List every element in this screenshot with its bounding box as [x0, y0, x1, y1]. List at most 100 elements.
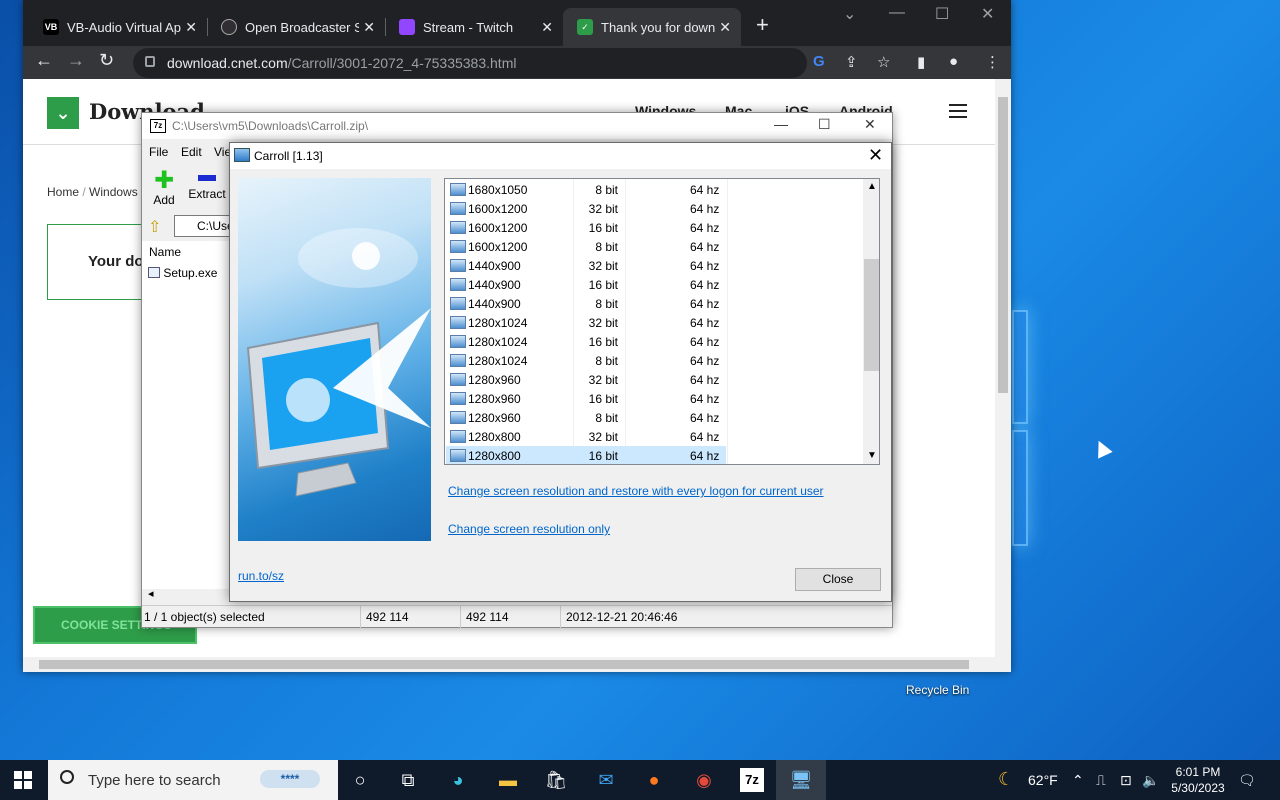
taskbar: Type here to search **** ○ ⧉ ◕ ▬ 🛍 ✉ ● ◉…	[0, 760, 1280, 800]
path-input[interactable]: C:\Users	[174, 215, 244, 237]
chrome-icon[interactable]: ◉	[692, 768, 716, 792]
file-explorer-icon[interactable]: ▬	[496, 768, 520, 792]
resolution-row[interactable]: 1440x900 32 bit 64 hz	[446, 256, 726, 275]
resolution-row[interactable]: 1280x1024 8 bit 64 hz	[446, 351, 726, 370]
close-window-icon[interactable]: ✕	[864, 116, 876, 133]
back-icon[interactable]: ←	[35, 50, 53, 71]
file-row[interactable]: Setup.exe	[148, 266, 217, 280]
task-view-icon[interactable]: ⧉	[396, 768, 420, 792]
side-panel-icon[interactable]: ▮	[917, 53, 925, 71]
carroll-icon[interactable]: 🖥	[776, 760, 826, 800]
minimize-icon[interactable]: —	[889, 4, 905, 22]
resolution-row[interactable]: 1600x1200 16 bit 64 hz	[446, 218, 726, 237]
resolution-row[interactable]: 1680x1050 8 bit 64 hz	[446, 180, 726, 199]
tab-cnet-download[interactable]: ✓ Thank you for downlo ✕	[563, 8, 741, 46]
menu-file[interactable]: File	[149, 145, 168, 159]
weather-moon-icon[interactable]: ☾	[998, 769, 1014, 790]
scroll-up-icon[interactable]: ▲	[867, 181, 877, 192]
dialog-title: Carroll [1.13]	[254, 149, 323, 163]
windows-start-icon[interactable]	[14, 771, 32, 789]
network-icon[interactable]: ⎍	[1096, 772, 1106, 789]
page-scroll-thumb[interactable]	[998, 97, 1008, 393]
resolution-row[interactable]: 1280x1024 32 bit 64 hz	[446, 313, 726, 332]
tab-close-icon[interactable]: ✕	[363, 19, 375, 36]
close-button[interactable]: Close	[795, 568, 881, 591]
menu-edit[interactable]: Edit	[181, 145, 202, 159]
dialog-close-icon[interactable]: ✕	[868, 145, 883, 166]
resolution-row[interactable]: 1440x900 8 bit 64 hz	[446, 294, 726, 313]
cortana-icon[interactable]: ○	[348, 768, 372, 792]
page-horizontal-scrollbar[interactable]	[23, 657, 1011, 672]
resolution-row[interactable]: 1280x800 16 bit 64 hz	[446, 446, 726, 464]
breadcrumb-home[interactable]: Home	[47, 185, 79, 199]
google-icon[interactable]: G	[813, 53, 825, 70]
tab-close-icon[interactable]: ✕	[541, 19, 553, 36]
minimize-icon[interactable]: —	[774, 116, 788, 132]
mouse-cursor-icon	[1091, 437, 1113, 459]
resolution-list[interactable]: ▲ ▼ 1680x1050 8 bit 64 hz 1600x1200 32 bit 64…	[444, 178, 880, 465]
resolution-row[interactable]: 1440x900 16 bit 64 hz	[446, 275, 726, 294]
volume-muted-icon[interactable]: 🔈	[1142, 772, 1159, 789]
forward-icon[interactable]: →	[67, 50, 85, 71]
monitor-icon	[450, 449, 466, 462]
resolution-row[interactable]: 1280x800 32 bit 64 hz	[446, 427, 726, 446]
tab-obs[interactable]: Open Broadcaster So ✕	[207, 8, 386, 46]
hamburger-menu-icon[interactable]	[949, 104, 967, 118]
page-hscroll-thumb[interactable]	[39, 660, 969, 669]
website-link[interactable]: run.to/sz	[238, 569, 284, 583]
firefox-icon[interactable]: ●	[642, 768, 666, 792]
file-list[interactable]: Name Setup.exe	[142, 241, 230, 589]
clock-time: 6:01 PM	[1175, 765, 1221, 779]
resolution-row[interactable]: 1280x960 8 bit 64 hz	[446, 408, 726, 427]
resolution-row[interactable]: 1600x1200 8 bit 64 hz	[446, 237, 726, 256]
tray-chevron-icon[interactable]: ⌃	[1072, 772, 1084, 789]
tab-close-icon[interactable]: ✕	[185, 19, 197, 36]
tab-vb-audio[interactable]: VB VB-Audio Virtual App ✕	[29, 8, 208, 46]
close-window-icon[interactable]: ✕	[981, 4, 994, 24]
column-name-header[interactable]: Name	[149, 245, 181, 259]
monitor-tray-icon[interactable]: ⊡	[1120, 772, 1132, 789]
maximize-icon[interactable]: ☐	[935, 4, 949, 24]
star-icon[interactable]: ☆	[877, 53, 890, 71]
new-tab-icon[interactable]: +	[756, 14, 769, 36]
taskbar-search[interactable]: Type here to search ****	[48, 760, 338, 800]
maximize-icon[interactable]: ☐	[818, 116, 831, 133]
resolution-row[interactable]: 1280x1024 16 bit 64 hz	[446, 332, 726, 351]
tab-search-icon[interactable]: ⌄	[843, 4, 856, 24]
share-icon[interactable]: ⇪	[845, 53, 858, 71]
download-logo-icon[interactable]: ⌄	[47, 97, 79, 129]
folder-up-icon[interactable]: ⇧	[148, 217, 161, 237]
resolution-row[interactable]: 1280x960 32 bit 64 hz	[446, 370, 726, 389]
refresh-rate-value: 64 hz	[690, 392, 720, 406]
menu-icon[interactable]: ⋮	[985, 53, 1000, 71]
page-vertical-scrollbar[interactable]	[995, 79, 1011, 657]
breadcrumb-windows[interactable]: Windows	[89, 185, 138, 199]
weather-temp[interactable]: 62°F	[1028, 772, 1058, 788]
resolution-row[interactable]: 1280x960 16 bit 64 hz	[446, 389, 726, 408]
taskbar-clock[interactable]: 6:01 PM 5/30/2023	[1168, 764, 1228, 796]
edge-icon[interactable]: ◕	[446, 768, 470, 792]
resolution-row[interactable]: 1600x1200 32 bit 64 hz	[446, 199, 726, 218]
store-icon[interactable]: 🛍	[544, 768, 568, 792]
tab-twitch[interactable]: Stream - Twitch ✕	[385, 8, 563, 46]
mail-icon[interactable]: ✉	[594, 768, 618, 792]
list-scroll-thumb[interactable]	[864, 259, 879, 371]
address-bar[interactable]: download.cnet.com/Carroll/3001-2072_4-75…	[133, 48, 807, 78]
7zip-icon[interactable]: 7z	[740, 768, 764, 792]
list-scrollbar[interactable]: ▲ ▼	[863, 179, 879, 464]
extract-button[interactable]: Extract	[186, 169, 228, 201]
add-button[interactable]: ✚ Add	[152, 169, 176, 208]
change-and-restore-link[interactable]: Change screen resolution and restore wit…	[448, 484, 824, 498]
recycle-bin-label[interactable]: Recycle Bin	[906, 683, 969, 697]
color-depth-value: 8 bit	[595, 240, 618, 254]
scroll-down-icon[interactable]: ▼	[867, 450, 877, 461]
change-only-link[interactable]: Change screen resolution only	[448, 522, 610, 536]
tab-close-icon[interactable]: ✕	[719, 19, 731, 36]
notifications-icon[interactable]: 🗨	[1238, 772, 1256, 789]
monitor-icon	[450, 202, 466, 215]
reload-icon[interactable]: ↻	[99, 50, 114, 71]
profile-icon[interactable]: ●	[949, 53, 958, 70]
add-label: Add	[153, 193, 175, 207]
monitor-app-icon	[234, 148, 250, 162]
list-hscroll-left-icon[interactable]: ◂	[148, 587, 154, 600]
